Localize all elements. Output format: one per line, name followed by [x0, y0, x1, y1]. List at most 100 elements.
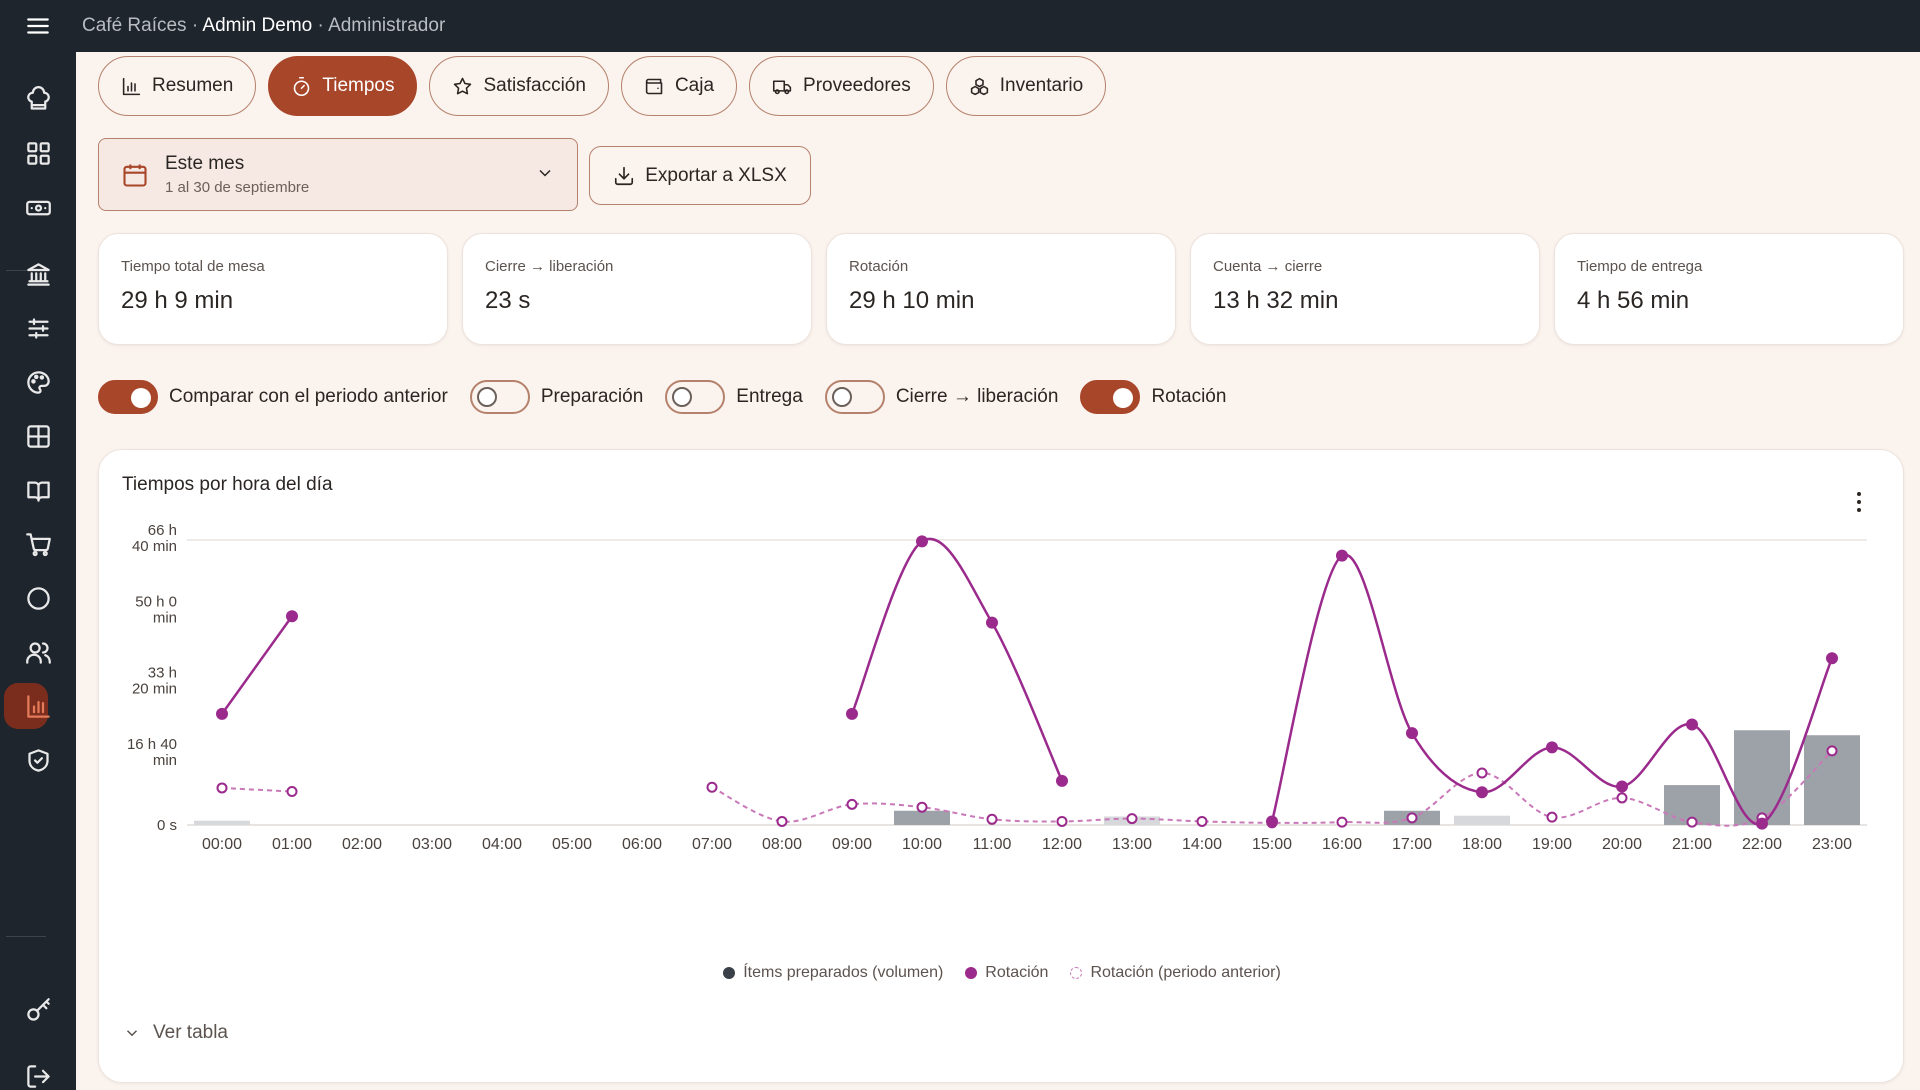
sidebar-item-reports[interactable]: [0, 679, 76, 733]
y-tick-label: 33 h 20 min: [132, 665, 177, 698]
toggle-label: Comparar con el periodo anterior: [169, 386, 448, 407]
toggle-cierre-liberacion[interactable]: Cierre → liberación: [824, 380, 1059, 414]
toggle-entrega[interactable]: Entrega: [665, 380, 803, 414]
sidebar-item-dashboard[interactable]: [0, 126, 76, 180]
view-table-toggle[interactable]: Ver tabla: [123, 1022, 228, 1044]
x-tick-label: 09:00: [832, 836, 872, 853]
crumb-separator: ·: [191, 15, 199, 36]
legend-item[interactable]: Ítems preparados (volumen): [723, 964, 943, 982]
kpi-row: Tiempo total de mesa 29 h 9 min Cierre →…: [98, 233, 1904, 345]
x-tick-label: 07:00: [692, 836, 732, 853]
x-tick-label: 20:00: [1602, 836, 1642, 853]
sidebar-item-appearance[interactable]: [0, 355, 76, 409]
export-label: Exportar a XLSX: [645, 164, 787, 186]
toggle-label: Rotación: [1151, 386, 1227, 407]
tab-satisfaccion[interactable]: Satisfacción: [429, 56, 609, 116]
kpi-card: Rotación 29 h 10 min: [826, 233, 1176, 345]
toggle-switch[interactable]: [665, 380, 726, 414]
toggle-switch[interactable]: [824, 380, 885, 414]
sidebar-item-menu[interactable]: [0, 463, 76, 517]
bar: [894, 810, 950, 825]
sidebar-item-settings[interactable]: [0, 301, 76, 355]
sidebar-item-bank[interactable]: [0, 247, 76, 301]
metric-toggles: Comparar con el periodo anterior Prepara…: [98, 380, 1248, 414]
x-tick-label: 17:00: [1392, 836, 1432, 853]
chevron-down-icon: [535, 163, 555, 183]
sidebar-item-orders[interactable]: [0, 517, 76, 571]
kpi-value: 4 h 56 min: [1577, 287, 1690, 314]
view-table-label: Ver tabla: [153, 1022, 228, 1043]
legend-swatch: [1070, 967, 1083, 979]
kpi-label: Tiempo total de mesa: [121, 258, 265, 275]
y-tick-label: 16 h 40 min: [127, 736, 177, 769]
tab-caja[interactable]: Caja: [620, 56, 738, 116]
tab-resumen[interactable]: Resumen: [98, 56, 257, 116]
key-icon: [26, 997, 50, 1021]
point-rotation-previous: [1826, 745, 1838, 757]
wallet-icon: [645, 78, 663, 94]
crumb-separator: ·: [317, 15, 324, 36]
x-tick-label: 01:00: [272, 836, 312, 853]
x-tick-label: 06:00: [622, 836, 662, 853]
bar-previous: [1454, 815, 1510, 825]
sliders-icon: [27, 317, 49, 339]
x-tick-label: 10:00: [902, 836, 942, 853]
timer-icon: [294, 76, 310, 96]
star-icon: [454, 77, 472, 94]
legend-item[interactable]: Rotación (periodo anterior): [1070, 964, 1281, 982]
sidebar-item-keys[interactable]: [0, 983, 76, 1037]
toggle-switch[interactable]: [469, 380, 530, 414]
point-rotation: [1616, 780, 1628, 793]
chef-hat-icon: [26, 85, 50, 110]
x-tick-label: 05:00: [552, 836, 592, 853]
y-tick-label: 50 h 0 min: [135, 593, 177, 626]
point-rotation-previous: [1336, 816, 1348, 828]
users-icon: [25, 641, 51, 664]
user-name: Admin Demo: [202, 15, 313, 36]
sidebar-divider: [6, 936, 46, 937]
tab-inventario[interactable]: Inventario: [945, 56, 1107, 116]
legend-item[interactable]: Rotación: [965, 964, 1048, 982]
sidebar-item-security[interactable]: [0, 733, 76, 787]
logout-icon: [26, 1064, 50, 1088]
circle-icon: [26, 586, 50, 610]
tab-label: Caja: [674, 75, 715, 96]
toggle-switch[interactable]: [1080, 380, 1141, 414]
sidebar-item-tables[interactable]: [0, 409, 76, 463]
plot-area: 0 s 16 h 40 min 33 h 20 min 50 h 0 min 66 h 40 m…: [127, 522, 1867, 853]
sidebar-item-users[interactable]: [0, 625, 76, 679]
sidebar-item-cash[interactable]: [0, 180, 76, 234]
toggle-switch[interactable]: [98, 380, 158, 414]
x-tick-label: 22:00: [1742, 836, 1782, 853]
x-tick-label: 03:00: [412, 836, 452, 853]
x-tick-label: 18:00: [1462, 836, 1502, 853]
tab-label: Resumen: [152, 75, 234, 96]
grid-icon: [26, 141, 50, 165]
kpi-value: 23 s: [485, 287, 531, 314]
toggle-label: Cierre → liberación: [895, 386, 1059, 407]
period-select[interactable]: Este mes 1 al 30 de septiembre: [98, 138, 578, 211]
legend-swatch: [723, 967, 736, 979]
sidebar-item-status[interactable]: [0, 571, 76, 625]
x-tick-label: 02:00: [342, 836, 382, 853]
bank-icon: [26, 262, 50, 286]
toggle-preparacion[interactable]: Preparación: [469, 380, 643, 414]
toggle-rotacion[interactable]: Rotación: [1080, 380, 1226, 414]
book-icon: [26, 481, 50, 502]
palette-icon: [26, 370, 50, 394]
point-rotation: [916, 535, 928, 548]
export-xlsx-button[interactable]: Exportar a XLSX: [589, 146, 811, 205]
tab-label: Inventario: [999, 75, 1084, 96]
kpi-label: Cuenta → cierre: [1213, 258, 1323, 275]
toggle-compare[interactable]: Comparar con el periodo anterior: [98, 380, 448, 414]
sidebar-item-logout[interactable]: [0, 1049, 76, 1090]
tab-proveedores[interactable]: Proveedores: [749, 56, 934, 116]
point-rotation-previous: [1546, 811, 1558, 823]
sidebar-item-chef[interactable]: [0, 72, 76, 126]
point-rotation-previous: [1686, 816, 1698, 828]
tab-tiempos[interactable]: Tiempos: [268, 56, 418, 116]
point-rotation-previous: [986, 813, 998, 825]
toggle-label: Entrega: [736, 386, 803, 407]
menu-button[interactable]: [0, 0, 76, 52]
x-tick-label: 14:00: [1182, 836, 1222, 853]
